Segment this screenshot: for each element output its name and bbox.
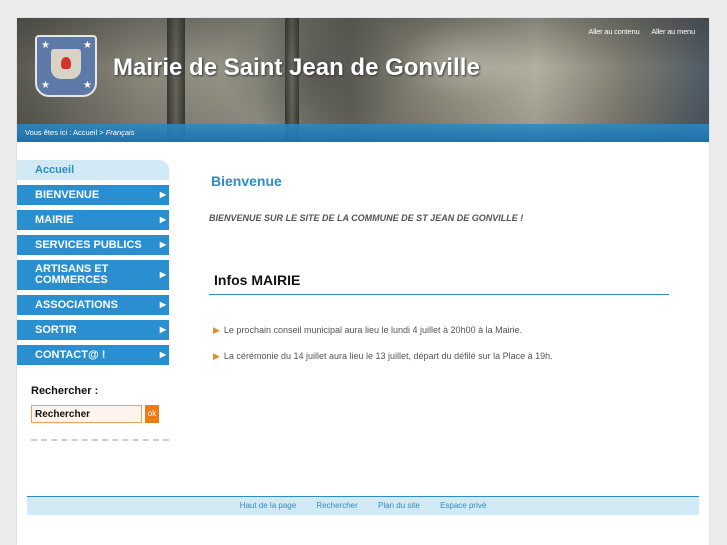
sidebar-nav: Accueil BIENVENUE ▶ MAIRIE ▶ SERVICES PU… bbox=[17, 160, 169, 365]
nav-item-label: BIENVENUE bbox=[35, 189, 100, 201]
news-text: Le prochain conseil municipal aura lieu … bbox=[223, 325, 523, 335]
star-icon: ★ bbox=[83, 40, 92, 51]
news-text: La cérémonie du 14 juillet aura lieu le … bbox=[223, 351, 553, 361]
arrow-right-icon: ▶ bbox=[159, 300, 166, 309]
arrow-right-icon: ▶ bbox=[159, 215, 166, 224]
page-title: Bienvenue bbox=[211, 173, 282, 189]
nav-item-label: MAIRIE bbox=[35, 214, 74, 226]
bullet-arrow-icon: ▶ bbox=[213, 325, 220, 335]
search-label: Rechercher : bbox=[31, 385, 99, 397]
crest-shield bbox=[51, 49, 81, 79]
arrow-right-icon: ▶ bbox=[159, 325, 166, 334]
nav-item-services-publics[interactable]: SERVICES PUBLICS ▶ bbox=[17, 235, 169, 255]
sidebar-divider bbox=[31, 439, 169, 441]
skip-links: Aller au contenu Aller au menu bbox=[578, 27, 695, 36]
star-icon: ★ bbox=[41, 80, 50, 91]
bullet-arrow-icon: ▶ bbox=[213, 351, 220, 361]
footer-link-top[interactable]: Haut de la page bbox=[240, 501, 297, 510]
footer: Haut de la page Rechercher Plan du site … bbox=[27, 496, 699, 515]
star-icon: ★ bbox=[41, 40, 50, 51]
arrow-right-icon: ▶ bbox=[159, 190, 166, 199]
breadcrumb-separator: > bbox=[99, 128, 104, 137]
search-input[interactable] bbox=[31, 405, 142, 423]
welcome-message: BIENVENUE SUR LE SITE DE LA COMMUNE DE S… bbox=[209, 213, 524, 223]
nav-item-label: SERVICES PUBLICS bbox=[35, 239, 142, 251]
breadcrumb: Vous êtes ici : Accueil > Français bbox=[17, 124, 709, 142]
footer-link-sitemap[interactable]: Plan du site bbox=[378, 501, 420, 510]
site-title[interactable]: Mairie de Saint Jean de Gonville bbox=[113, 54, 480, 82]
header-banner: ★ ★ ★ ★ Mairie de Saint Jean de Gonville… bbox=[17, 18, 709, 142]
nav-item-contact[interactable]: CONTACT@ ! ▶ bbox=[17, 345, 169, 365]
rooster-icon bbox=[61, 57, 71, 69]
nav-item-label: ASSOCIATIONS bbox=[35, 299, 118, 311]
news-item: ▶ Le prochain conseil municipal aura lieu… bbox=[213, 325, 522, 336]
news-item: ▶ La cérémonie du 14 juillet aura lieu le… bbox=[213, 351, 553, 362]
nav-item-label: CONTACT@ ! bbox=[35, 349, 106, 361]
nav-item-label: ARTISANS ET COMMERCES bbox=[35, 263, 109, 286]
skip-to-menu-link[interactable]: Aller au menu bbox=[651, 27, 695, 36]
section-title-infos-mairie: Infos MAIRIE bbox=[214, 272, 301, 288]
skip-to-content-link[interactable]: Aller au contenu bbox=[588, 27, 639, 36]
nav-item-accueil[interactable]: Accueil bbox=[17, 160, 169, 180]
nav-item-label: SORTIR bbox=[35, 324, 77, 336]
breadcrumb-home-link[interactable]: Accueil bbox=[73, 128, 97, 137]
nav-item-sortir[interactable]: SORTIR ▶ bbox=[17, 320, 169, 340]
nav-item-artisans-et-commerces[interactable]: ARTISANS ET COMMERCES ▶ bbox=[17, 260, 169, 290]
nav-item-mairie[interactable]: MAIRIE ▶ bbox=[17, 210, 169, 230]
nav-item-bienvenue[interactable]: BIENVENUE ▶ bbox=[17, 185, 169, 205]
section-divider bbox=[209, 294, 669, 295]
nav-item-associations[interactable]: ASSOCIATIONS ▶ bbox=[17, 295, 169, 315]
star-icon: ★ bbox=[83, 80, 92, 91]
search-submit-button[interactable]: ok bbox=[145, 405, 159, 423]
breadcrumb-current: Français bbox=[105, 128, 135, 137]
page: ★ ★ ★ ★ Mairie de Saint Jean de Gonville… bbox=[17, 18, 709, 545]
arrow-right-icon: ▶ bbox=[159, 350, 166, 359]
arrow-right-icon: ▶ bbox=[159, 270, 166, 279]
arrow-right-icon: ▶ bbox=[159, 240, 166, 249]
footer-link-search[interactable]: Rechercher bbox=[316, 501, 357, 510]
coat-of-arms-logo[interactable]: ★ ★ ★ ★ bbox=[35, 35, 97, 97]
breadcrumb-prefix: Vous êtes ici : bbox=[25, 128, 72, 137]
footer-link-private-area[interactable]: Espace privé bbox=[440, 501, 486, 510]
